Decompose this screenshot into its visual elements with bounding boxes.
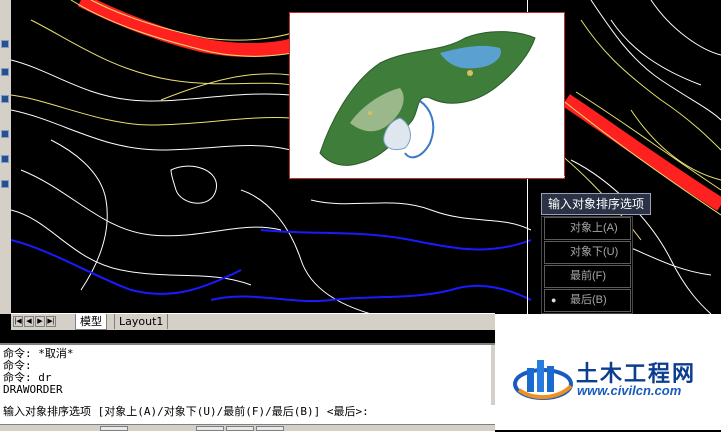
landmark-dot bbox=[467, 70, 473, 76]
site-plan-graphic bbox=[319, 31, 536, 166]
landmark-dot bbox=[368, 111, 372, 115]
menu-item-label: 最后(B) bbox=[570, 294, 607, 306]
next-tab-icon[interactable]: ▶ bbox=[35, 316, 45, 327]
road-edge-line bbox=[575, 91, 721, 191]
command-history-line: DRAWORDER bbox=[3, 383, 63, 396]
command-line-window[interactable]: 命令: *取消* 命令: 命令: dr DRAWORDER 输入对象排序选项 [… bbox=[0, 343, 495, 432]
status-toggle-button[interactable] bbox=[226, 426, 254, 431]
draworder-options-menu: 对象上(A) 对象下(U) 最前(F) ● 最后(B) bbox=[541, 216, 633, 314]
cursor-crosshair-horizontal bbox=[290, 176, 565, 177]
river-lines bbox=[11, 229, 532, 303]
prev-tab-icon[interactable]: ◀ bbox=[24, 316, 34, 327]
status-toggle-button[interactable] bbox=[256, 426, 284, 431]
first-tab-icon[interactable]: |◀ bbox=[13, 316, 23, 327]
selected-bullet-icon: ● bbox=[551, 295, 557, 305]
pan-tool-icon[interactable] bbox=[1, 155, 9, 163]
civilcn-logo-icon bbox=[513, 360, 573, 400]
road-band-east bbox=[562, 94, 721, 211]
menu-item-above-object[interactable]: 对象上(A) bbox=[544, 217, 631, 240]
status-toggle-button[interactable] bbox=[196, 426, 224, 431]
command-input-prompt[interactable]: 输入对象排序选项 [对象上(A)/对象下(U)/最前(F)/最后(B)] <最后… bbox=[3, 406, 369, 418]
modify-tool-icon[interactable] bbox=[1, 68, 9, 76]
layer-tool-icon[interactable] bbox=[1, 95, 9, 103]
island-land bbox=[319, 31, 536, 166]
tab-layout1[interactable]: Layout1 bbox=[114, 314, 169, 329]
layout-tab-bar: |◀ ◀ ▶ ▶| 模型 Layout1 bbox=[11, 313, 495, 330]
menu-item-label: 最前(F) bbox=[570, 270, 607, 282]
last-tab-icon[interactable]: ▶| bbox=[46, 316, 56, 327]
menu-item-label: 对象下(U) bbox=[570, 246, 619, 258]
tab-model[interactable]: 模型 bbox=[75, 314, 107, 330]
draw-tool-icon[interactable] bbox=[1, 40, 9, 48]
watermark-url: www.civilcn.com bbox=[577, 383, 682, 398]
status-toggle-button[interactable] bbox=[100, 426, 128, 431]
properties-tool-icon[interactable] bbox=[1, 180, 9, 188]
menu-item-under-object[interactable]: 对象下(U) bbox=[544, 241, 631, 264]
road-band bbox=[77, 0, 304, 58]
dynamic-input-prompt: 输入对象排序选项 bbox=[541, 193, 652, 215]
site-plan-image[interactable] bbox=[289, 12, 565, 179]
zoom-tool-icon[interactable] bbox=[1, 130, 9, 138]
menu-item-back[interactable]: ● 最后(B) bbox=[544, 289, 631, 312]
menu-item-label: 对象上(A) bbox=[570, 222, 618, 234]
menu-item-front[interactable]: 最前(F) bbox=[544, 265, 631, 288]
